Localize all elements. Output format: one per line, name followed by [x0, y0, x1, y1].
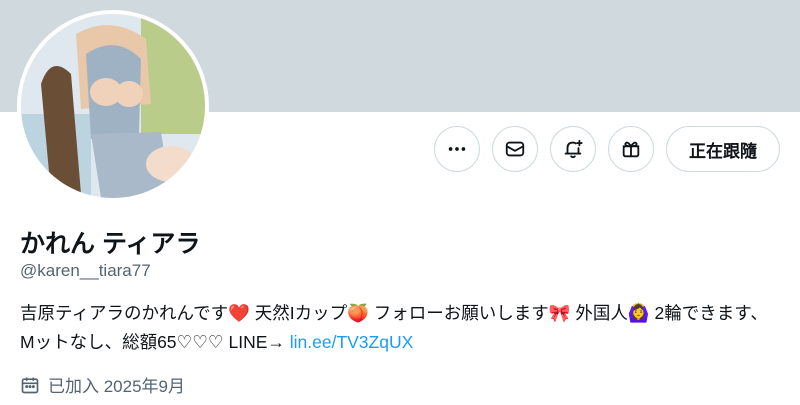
joined-label: 已加入 2025年9月 [48, 377, 185, 396]
avatar[interactable] [17, 10, 209, 202]
profile-bio: 吉原ティアラのかれんです❤️ 天然Iカップ🍑 フォローお願いします🎀 外国人🙆‍… [20, 299, 780, 357]
more-button[interactable] [434, 126, 480, 172]
bio-link[interactable]: lin.ee/TV3ZqUX [290, 332, 414, 352]
message-button[interactable] [492, 126, 538, 172]
envelope-icon [505, 141, 525, 157]
user-handle: @karen__tiara77 [20, 261, 151, 280]
display-name: かれん ティアラ [20, 230, 201, 258]
bell-plus-icon [564, 139, 583, 159]
calendar-icon [21, 377, 39, 393]
gift-button[interactable] [608, 126, 654, 172]
avatar-photo [21, 14, 205, 198]
profile-actions: 正在跟隨 [434, 126, 780, 172]
gift-icon [622, 141, 640, 158]
following-button[interactable]: 正在跟隨 [666, 126, 780, 172]
more-horizontal-icon [448, 147, 466, 151]
joined-date: 已加入 2025年9月 [20, 372, 185, 397]
notifications-button[interactable] [550, 126, 596, 172]
